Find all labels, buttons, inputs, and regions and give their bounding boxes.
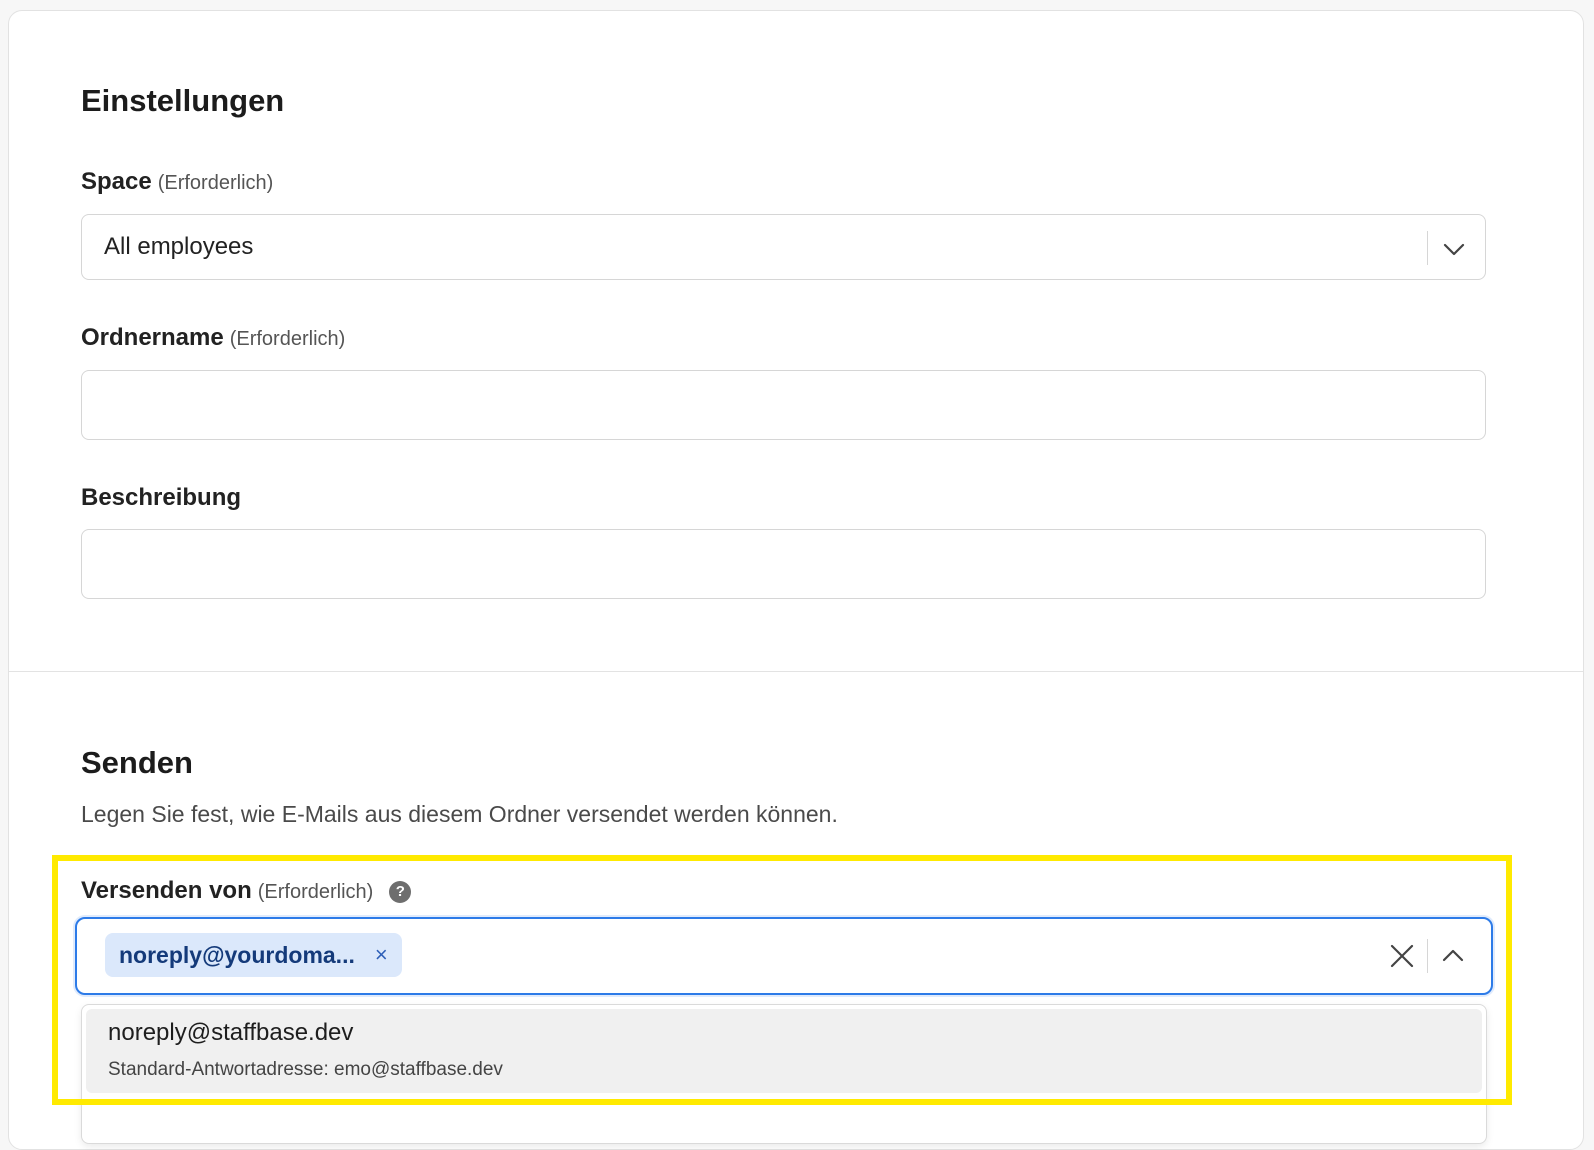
- sender-option-email: noreply@staffbase.dev: [108, 1019, 354, 1046]
- chip-remove-icon[interactable]: ×: [375, 944, 388, 966]
- section-divider: [9, 671, 1583, 672]
- clear-icon[interactable]: [1389, 943, 1415, 969]
- selected-sender-chip-label: noreply@yourdoma...: [119, 941, 355, 968]
- folder-name-label-text: Ordnername: [81, 324, 224, 351]
- space-required-hint: (Erforderlich): [157, 172, 274, 194]
- send-from-label-text: Versenden von: [81, 877, 252, 904]
- send-from-required-hint: (Erforderlich): [257, 881, 374, 903]
- settings-section-title: Einstellungen: [81, 83, 285, 118]
- description-label: Beschreibung: [81, 484, 241, 512]
- chevron-up-icon[interactable]: [1441, 944, 1465, 968]
- sending-section-description: Legen Sie fest, wie E-Mails aus diesem O…: [81, 801, 838, 827]
- description-label-text: Beschreibung: [81, 484, 242, 511]
- selected-sender-chip: noreply@yourdoma... ×: [105, 933, 402, 977]
- sender-option[interactable]: noreply@staffbase.dev Standard-Antwortad…: [86, 1009, 1482, 1093]
- space-select[interactable]: All employees: [81, 214, 1486, 280]
- space-label-text: Space: [81, 168, 152, 195]
- space-select-value: All employees: [104, 233, 254, 260]
- folder-name-input[interactable]: [81, 370, 1486, 440]
- space-select-separator: [1427, 231, 1428, 265]
- send-from-multiselect[interactable]: noreply@yourdoma... ×: [75, 917, 1493, 995]
- send-from-label: Versenden von (Erforderlich)?: [81, 877, 412, 905]
- sender-option-reply-to: Standard-Antwortadresse: emo@staffbase.d…: [108, 1059, 503, 1080]
- send-from-dropdown: noreply@staffbase.dev Standard-Antwortad…: [81, 1004, 1487, 1144]
- description-input[interactable]: [81, 529, 1486, 599]
- space-label: Space (Erforderlich): [81, 168, 273, 196]
- send-from-separator: [1427, 939, 1428, 973]
- sending-section-title: Senden: [81, 745, 193, 780]
- folder-name-label: Ordnername (Erforderlich): [81, 324, 345, 352]
- chevron-down-icon[interactable]: [1442, 237, 1466, 261]
- settings-card: Einstellungen Space (Erforderlich) All em…: [8, 10, 1584, 1150]
- folder-name-required-hint: (Erforderlich): [229, 328, 346, 350]
- help-icon[interactable]: ?: [389, 881, 412, 903]
